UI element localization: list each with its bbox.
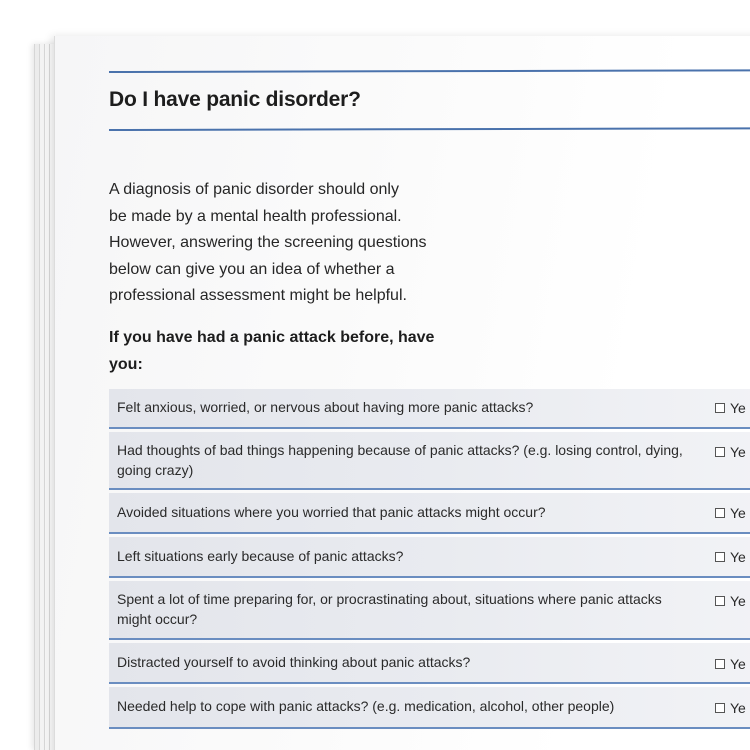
question-text: Felt anxious, worried, or nervous about … [117,399,534,415]
question-text: Needed help to cope with panic attacks? … [117,698,615,714]
screening-question-list: Felt anxious, worried, or nervous about … [109,389,750,732]
yes-checkbox[interactable] [715,403,725,413]
question-text: Had thoughts of bad things happening bec… [117,442,683,478]
yes-label: Ye [730,656,746,672]
prompt-line: If you have had a panic attack before, h… [109,329,435,346]
yes-label: Ye [730,444,746,460]
yes-label: Ye [730,400,746,416]
document-photo: Do I have panic disorder? A diagnosis of… [0,0,750,750]
intro-line: professional assessment might be helpful… [109,287,407,304]
yes-checkbox[interactable] [715,552,725,562]
question-text: Spent a lot of time preparing for, or pr… [117,591,662,627]
question-row: Had thoughts of bad things happening bec… [109,432,750,490]
prompt-line: you: [109,356,143,373]
yes-checkbox[interactable] [715,659,725,669]
question-text: Left situations early because of panic a… [117,548,404,564]
yes-checkbox[interactable] [715,508,725,518]
yes-checkbox[interactable] [715,596,725,606]
yes-option[interactable]: Ye [715,505,746,521]
question-text: Distracted yourself to avoid thinking ab… [117,654,471,670]
yes-label: Ye [730,593,746,609]
question-row: Avoided situations where you worried tha… [109,493,750,534]
yes-label: Ye [730,549,746,565]
yes-option[interactable]: Ye [715,549,746,565]
yes-option[interactable]: Ye [715,700,746,716]
intro-line: below can give you an idea of whether a [109,260,395,278]
intro-line: However, answering the screening questio… [109,234,427,251]
yes-label: Ye [730,700,746,716]
yes-option[interactable]: Ye [715,593,746,609]
yes-option[interactable]: Ye [715,656,746,672]
page-title: Do I have panic disorder? [109,88,361,111]
yes-checkbox[interactable] [715,447,725,457]
intro-line: A diagnosis of panic disorder should onl… [109,181,399,198]
question-text: Avoided situations where you worried tha… [117,504,546,520]
question-row: Spent a lot of time preparing for, or pr… [109,581,750,640]
question-row: Left situations early because of panic a… [109,537,750,578]
intro-line: be made by a mental health professional. [109,207,402,225]
question-row: Felt anxious, worried, or nervous about … [109,389,750,429]
question-prompt: If you have had a panic attack before, h… [109,324,469,378]
intro-paragraph: A diagnosis of panic disorder should onl… [109,177,469,310]
yes-option[interactable]: Ye [715,400,746,416]
question-row: Distracted yourself to avoid thinking ab… [109,643,750,684]
question-row: Needed help to cope with panic attacks? … [109,687,750,729]
yes-option[interactable]: Ye [715,444,746,460]
yes-label: Ye [730,505,746,521]
yes-checkbox[interactable] [715,703,725,713]
